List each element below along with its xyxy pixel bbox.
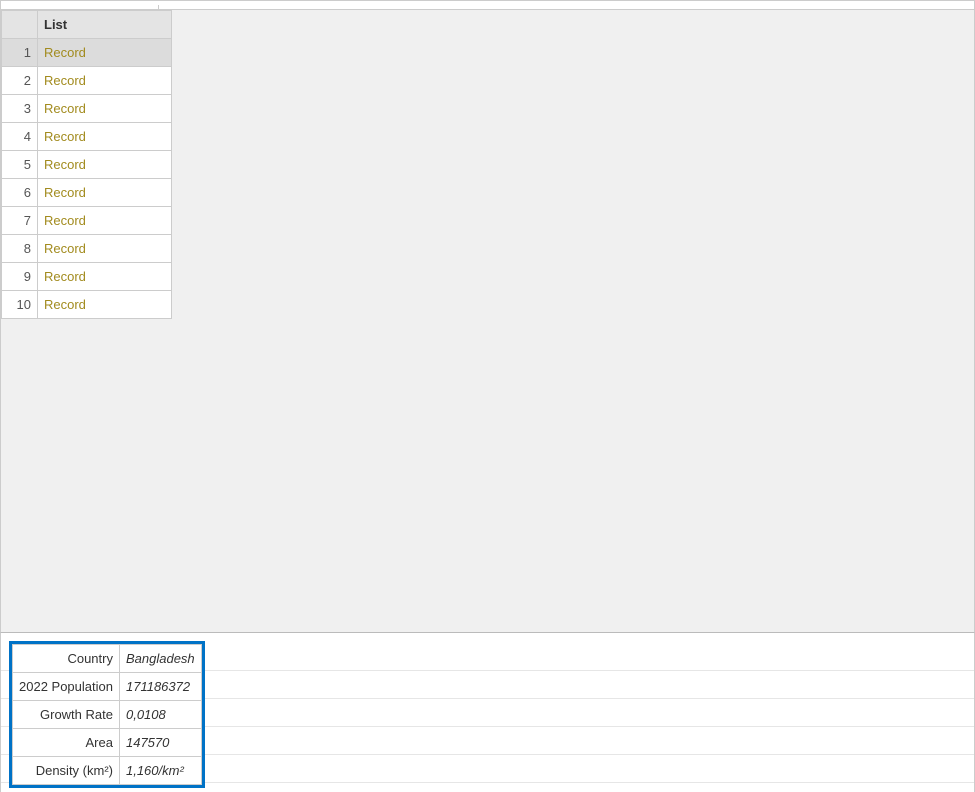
list-row[interactable]: 6Record bbox=[2, 179, 172, 207]
formula-bar[interactable] bbox=[0, 0, 975, 10]
row-number[interactable]: 8 bbox=[2, 235, 38, 263]
row-number[interactable]: 4 bbox=[2, 123, 38, 151]
list-column-header[interactable]: List bbox=[38, 11, 172, 39]
row-number[interactable]: 5 bbox=[2, 151, 38, 179]
record-link[interactable]: Record bbox=[38, 207, 172, 235]
row-number[interactable]: 6 bbox=[2, 179, 38, 207]
preview-field-value: 1,160/km² bbox=[119, 757, 201, 785]
list-table: List 1Record2Record3Record4Record5Record… bbox=[1, 10, 172, 319]
row-number[interactable]: 9 bbox=[2, 263, 38, 291]
record-link[interactable]: Record bbox=[38, 67, 172, 95]
preview-field-value: 0,0108 bbox=[119, 701, 201, 729]
list-row[interactable]: 10Record bbox=[2, 291, 172, 319]
list-row[interactable]: 7Record bbox=[2, 207, 172, 235]
row-number[interactable]: 10 bbox=[2, 291, 38, 319]
preview-field-value: Bangladesh bbox=[119, 645, 201, 673]
row-number[interactable]: 2 bbox=[2, 67, 38, 95]
list-row[interactable]: 4Record bbox=[2, 123, 172, 151]
record-preview-pane: CountryBangladesh2022 Population17118637… bbox=[0, 632, 975, 792]
list-row[interactable]: 8Record bbox=[2, 235, 172, 263]
preview-field-label: Growth Rate bbox=[13, 701, 120, 729]
record-link[interactable]: Record bbox=[38, 151, 172, 179]
row-number[interactable]: 3 bbox=[2, 95, 38, 123]
record-preview-table: CountryBangladesh2022 Population17118637… bbox=[12, 644, 202, 785]
record-link[interactable]: Record bbox=[38, 179, 172, 207]
list-row[interactable]: 9Record bbox=[2, 263, 172, 291]
preview-row: Density (km²)1,160/km² bbox=[13, 757, 202, 785]
list-row[interactable]: 2Record bbox=[2, 67, 172, 95]
preview-field-label: Density (km²) bbox=[13, 757, 120, 785]
row-number[interactable]: 7 bbox=[2, 207, 38, 235]
record-link[interactable]: Record bbox=[38, 95, 172, 123]
list-table-corner[interactable] bbox=[2, 11, 38, 39]
preview-highlight: CountryBangladesh2022 Population17118637… bbox=[9, 641, 205, 788]
list-row[interactable]: 5Record bbox=[2, 151, 172, 179]
preview-row: 2022 Population171186372 bbox=[13, 673, 202, 701]
record-link[interactable]: Record bbox=[38, 39, 172, 67]
preview-field-label: 2022 Population bbox=[13, 673, 120, 701]
row-number[interactable]: 1 bbox=[2, 39, 38, 67]
preview-field-label: Country bbox=[13, 645, 120, 673]
preview-field-value: 147570 bbox=[119, 729, 201, 757]
data-grid-area: List 1Record2Record3Record4Record5Record… bbox=[0, 10, 975, 632]
preview-field-value: 171186372 bbox=[119, 673, 201, 701]
preview-row: CountryBangladesh bbox=[13, 645, 202, 673]
record-link[interactable]: Record bbox=[38, 235, 172, 263]
list-table-body: 1Record2Record3Record4Record5Record6Reco… bbox=[2, 39, 172, 319]
preview-field-label: Area bbox=[13, 729, 120, 757]
list-row[interactable]: 1Record bbox=[2, 39, 172, 67]
record-link[interactable]: Record bbox=[38, 123, 172, 151]
record-link[interactable]: Record bbox=[38, 291, 172, 319]
record-preview-body: CountryBangladesh2022 Population17118637… bbox=[13, 645, 202, 785]
preview-row: Area147570 bbox=[13, 729, 202, 757]
list-row[interactable]: 3Record bbox=[2, 95, 172, 123]
record-link[interactable]: Record bbox=[38, 263, 172, 291]
preview-row: Growth Rate0,0108 bbox=[13, 701, 202, 729]
